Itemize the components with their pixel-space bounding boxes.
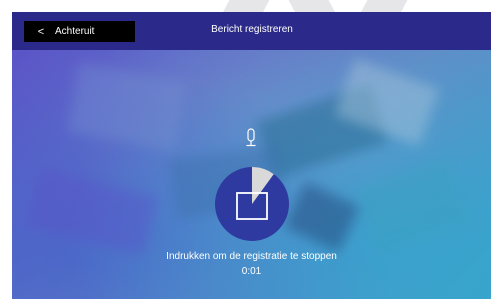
background-blur — [66, 62, 188, 152]
page-title: Bericht registreren — [211, 24, 293, 35]
recording-timer: 0:01 — [241, 266, 262, 277]
background-blur — [284, 181, 360, 253]
back-button[interactable]: < Achteruit — [24, 21, 135, 42]
page: < Achteruit Bericht registreren Indrukke… — [0, 0, 491, 299]
background-blur — [353, 157, 471, 257]
microphone-icon — [246, 128, 256, 147]
stop-record-button[interactable] — [215, 167, 289, 241]
back-button-label: Achteruit — [55, 26, 95, 37]
header-bar: < Achteruit Bericht registreren — [12, 12, 491, 50]
chevron-left-icon: < — [37, 25, 45, 38]
recording-instruction: Indrukken om de registratie te stoppen — [166, 251, 337, 262]
recording-screen: < Achteruit Bericht registreren Indrukke… — [12, 12, 491, 299]
background-blur — [26, 168, 158, 256]
